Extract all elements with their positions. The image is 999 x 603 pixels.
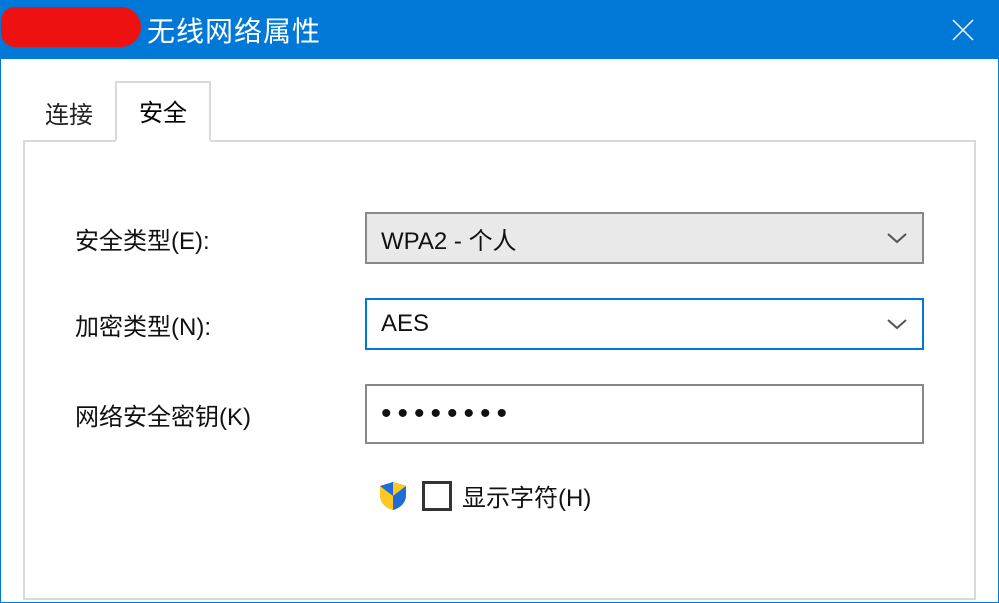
security-type-row: 安全类型(E): WPA2 - 个人 [75, 212, 924, 264]
security-type-label: 安全类型(E): [75, 221, 365, 256]
show-characters-checkbox[interactable] [422, 481, 452, 511]
tab-strip: 连接 安全 [23, 81, 976, 142]
security-type-value: WPA2 - 个人 [381, 221, 517, 256]
client-area: 连接 安全 安全类型(E): WPA2 - 个人 加密类型(N): AES [1, 59, 998, 600]
titlebar: 无线网络属性 [1, 1, 998, 59]
shield-icon [378, 481, 408, 511]
close-button[interactable] [928, 1, 998, 59]
encryption-type-row: 加密类型(N): AES [75, 298, 924, 350]
redacted-mark [1, 7, 141, 47]
security-panel: 安全类型(E): WPA2 - 个人 加密类型(N): AES [23, 140, 976, 600]
window-title: 无线网络属性 [147, 10, 321, 50]
encryption-type-dropdown[interactable]: AES [365, 298, 924, 350]
show-characters-label: 显示字符(H) [462, 478, 591, 513]
security-type-dropdown[interactable]: WPA2 - 个人 [365, 212, 924, 264]
tab-security[interactable]: 安全 [115, 81, 211, 142]
encryption-type-value: AES [381, 310, 429, 338]
chevron-down-icon [886, 224, 908, 252]
show-characters-row: 显示字符(H) [378, 478, 924, 513]
close-icon [952, 19, 974, 41]
encryption-type-label: 加密类型(N): [75, 307, 365, 342]
wireless-properties-window: 无线网络属性 连接 安全 安全类型(E): WPA2 - 个人 [0, 0, 999, 603]
chevron-down-icon [886, 310, 908, 338]
network-key-input[interactable] [365, 384, 924, 444]
network-key-row: 网络安全密钥(K) [75, 384, 924, 444]
network-key-label: 网络安全密钥(K) [75, 397, 365, 432]
tab-connection[interactable]: 连接 [23, 85, 115, 142]
